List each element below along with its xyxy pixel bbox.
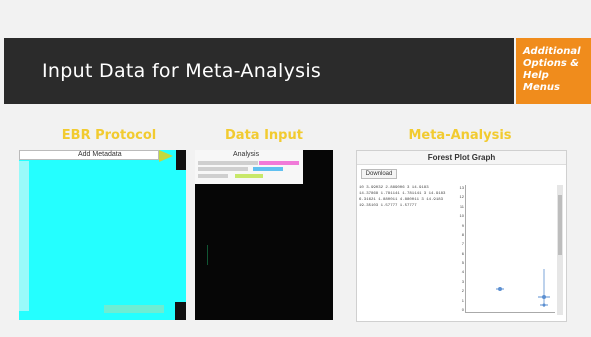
y-tick-label: 2 bbox=[461, 288, 464, 294]
ebr-sidebar bbox=[19, 161, 29, 311]
y-tick-label: 7 bbox=[461, 241, 464, 247]
ebr-header: Add Metadata bbox=[19, 150, 159, 160]
ebr-protocol-label: EBR Protocol bbox=[61, 128, 157, 143]
data-row bbox=[198, 167, 248, 171]
forest-plot-svg bbox=[496, 269, 550, 307]
data-row bbox=[198, 174, 228, 178]
point-estimate bbox=[542, 303, 546, 307]
meta-analysis-label: Meta-Analysis bbox=[408, 128, 512, 143]
y-tick-label: 1 bbox=[461, 297, 464, 303]
help-menu-box[interactable]: Additional Options & Help Menus bbox=[516, 38, 591, 104]
download-button[interactable]: Download bbox=[361, 169, 397, 179]
scrollbar-thumb[interactable] bbox=[558, 195, 562, 255]
help-line-2: Options & bbox=[523, 58, 580, 69]
point-estimate bbox=[498, 287, 502, 291]
analysis-label: Analysis bbox=[233, 151, 260, 158]
point-estimate bbox=[542, 295, 546, 299]
data-row bbox=[198, 161, 258, 165]
page-title: Input Data for Meta-Analysis bbox=[42, 60, 322, 82]
data-input-screenshot[interactable]: Analysis bbox=[195, 150, 333, 320]
y-tick-label: 9 bbox=[461, 222, 464, 228]
forest-plot-area: 13 12 11 10 9 8 7 6 5 4 3 2 1 0 bbox=[460, 185, 555, 313]
results-table: 10 3.99032 2.889006 3 14.9183 14.37868 1… bbox=[359, 185, 459, 209]
ebr-corner-block-bottom bbox=[175, 302, 186, 320]
data-cell bbox=[259, 161, 299, 165]
meta-analysis-screenshot[interactable]: Forest Plot Graph Download 10 3.99032 2.… bbox=[356, 150, 567, 322]
data-input-header: Analysis bbox=[195, 150, 303, 184]
data-cell bbox=[253, 167, 283, 171]
y-tick-label: 11 bbox=[459, 203, 464, 209]
data-cell bbox=[235, 174, 263, 178]
y-tick-label: 8 bbox=[461, 231, 464, 237]
ebr-protocol-screenshot[interactable]: Add Metadata bbox=[19, 150, 186, 320]
y-tick-label: 5 bbox=[461, 260, 464, 266]
title-bar: Input Data for Meta-Analysis bbox=[4, 38, 514, 104]
y-tick-label: 10 bbox=[459, 213, 464, 219]
help-line-1: Additional bbox=[523, 46, 581, 57]
y-tick-label: 3 bbox=[461, 278, 464, 284]
ebr-footer-bar bbox=[104, 305, 164, 313]
data-grid-lines bbox=[207, 245, 287, 265]
y-tick-label: 0 bbox=[461, 307, 464, 312]
y-tick-label: 6 bbox=[461, 250, 464, 256]
data-input-label: Data Input bbox=[225, 128, 303, 143]
help-line-3: Help Menus bbox=[523, 70, 560, 93]
y-tick-label: 4 bbox=[461, 269, 464, 275]
add-metadata-label: Add Metadata bbox=[78, 151, 122, 158]
ebr-corner-block bbox=[176, 150, 186, 170]
table-row: 19.35103 1.57777 1.57777 bbox=[359, 204, 417, 208]
y-tick-label: 13 bbox=[459, 185, 464, 190]
forest-plot-title: Forest Plot Graph bbox=[357, 151, 566, 165]
slide: Input Data for Meta-Analysis Additional … bbox=[0, 0, 591, 337]
vertical-scrollbar[interactable] bbox=[557, 185, 563, 315]
arrow-icon bbox=[159, 150, 173, 162]
y-tick-label: 12 bbox=[459, 194, 464, 200]
